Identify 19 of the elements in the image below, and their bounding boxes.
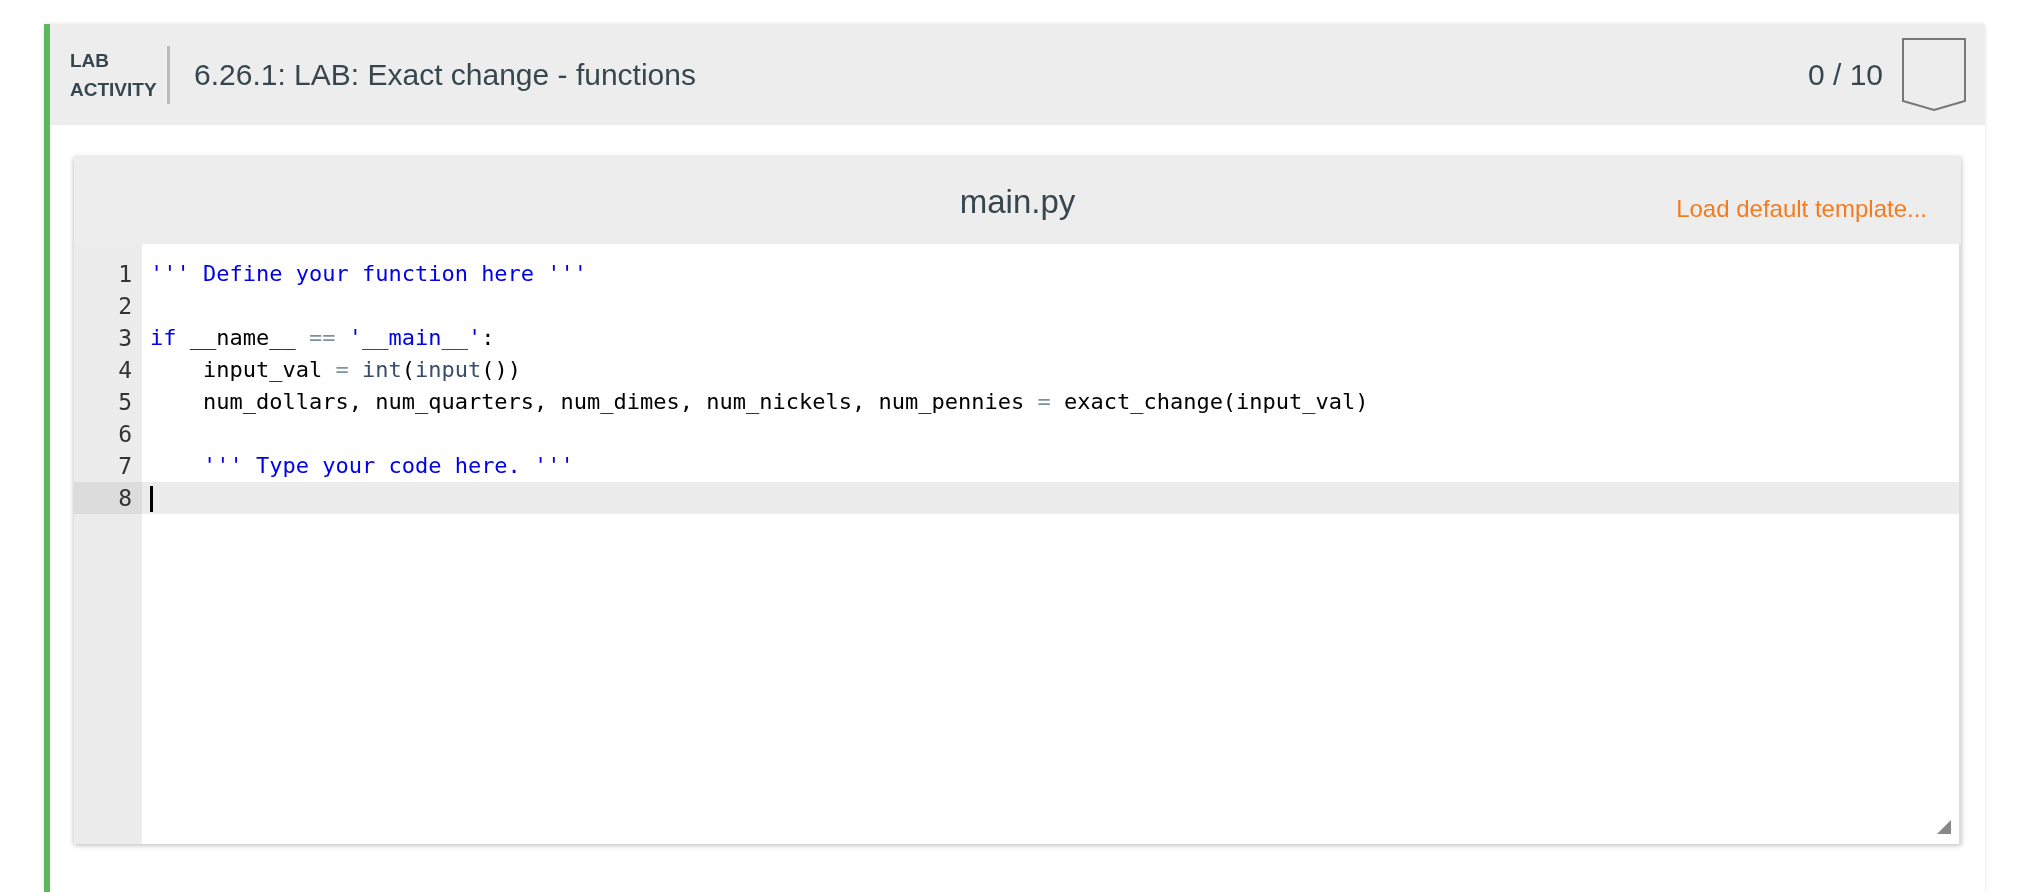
activity-label: LAB ACTIVITY [70,45,170,104]
line-number: 7 [117,452,133,481]
code-line[interactable]: ''' Define your function here ''' [142,258,1959,290]
line-number: 8 [74,482,142,514]
resize-handle[interactable] [1937,820,1951,834]
score-text: 0 / 10 [1807,57,1883,93]
line-number: 4 [117,356,133,385]
file-name: main.py [959,182,1076,222]
line-number: 2 [117,292,133,321]
line-number: 5 [117,388,133,417]
line-number: 6 [117,420,133,449]
code-line[interactable]: if __name__ == '__main__': [142,322,1959,354]
code-line[interactable]: input_val = int(input()) [142,354,1959,386]
activity-title: 6.26.1: LAB: Exact change - functions [193,57,697,93]
line-number: 1 [117,260,133,289]
code-line[interactable]: ''' Type your code here. ''' [142,450,1959,482]
code-line[interactable]: num_dollars, num_quarters, num_dimes, num_nickels, num_pennies = exact_change(input_val) [142,386,1959,418]
line-number: 3 [117,324,133,353]
text-cursor [150,486,153,512]
